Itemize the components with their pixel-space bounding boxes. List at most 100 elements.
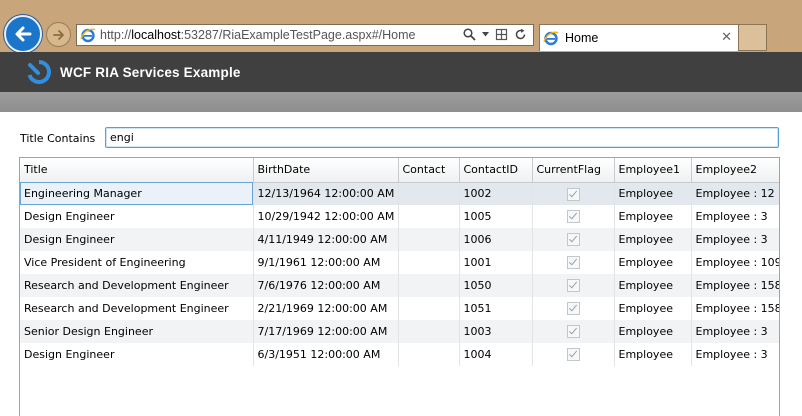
table-row[interactable]: Research and Development Engineer 7/6/197…	[20, 274, 779, 297]
cell-employee2[interactable]: Employee : 3	[691, 205, 779, 228]
browser-chrome: http://localhost:53287/RiaExampleTestPag…	[0, 0, 802, 53]
cell-employee2[interactable]: Employee : 3	[691, 320, 779, 343]
cell-currentflag[interactable]	[532, 343, 615, 366]
cell-title[interactable]: Engineering Manager	[20, 182, 254, 205]
tab-home[interactable]: Home ✕	[539, 24, 739, 51]
close-icon[interactable]: ✕	[721, 30, 732, 45]
arrow-right-icon	[52, 29, 64, 40]
cell-currentflag[interactable]	[532, 320, 615, 343]
data-grid[interactable]: Title BirthDate Contact ContactID Curren…	[19, 157, 780, 416]
cell-employee1[interactable]: Employee	[614, 343, 692, 366]
cell-birthdate[interactable]: 7/17/1969 12:00:00 AM	[253, 320, 399, 343]
cell-contactid[interactable]: 1005	[459, 205, 533, 228]
column-header-birthdate[interactable]: BirthDate	[253, 158, 399, 183]
search-icon[interactable]	[463, 28, 476, 41]
cell-contact[interactable]	[398, 228, 460, 251]
column-header-employee1[interactable]: Employee1	[614, 158, 692, 183]
cell-employee2[interactable]: Employee : 158	[691, 297, 780, 320]
cell-currentflag[interactable]	[532, 205, 615, 228]
cell-birthdate[interactable]: 12/13/1964 12:00:00 AM	[253, 182, 399, 205]
cell-employee1[interactable]: Employee	[614, 320, 692, 343]
ie-logo-icon	[80, 28, 96, 43]
cell-birthdate[interactable]: 2/21/1969 12:00:00 AM	[253, 297, 399, 320]
cell-contact[interactable]	[398, 297, 460, 320]
cell-contactid[interactable]: 1051	[459, 297, 533, 320]
cell-contact[interactable]	[398, 274, 460, 297]
current-flag-checkbox[interactable]	[566, 302, 580, 316]
cell-employee2[interactable]: Employee : 3	[691, 343, 779, 366]
cell-employee2[interactable]: Employee : 109	[691, 251, 780, 274]
address-bar[interactable]: http://localhost:53287/RiaExampleTestPag…	[76, 24, 534, 46]
dropdown-arrow-icon[interactable]	[482, 32, 489, 37]
cell-contact[interactable]	[398, 205, 460, 228]
table-row[interactable]: Senior Design Engineer 7/17/1969 12:00:00…	[20, 320, 779, 343]
current-flag-checkbox[interactable]	[566, 210, 580, 224]
new-tab-button[interactable]	[739, 24, 767, 51]
cell-contactid[interactable]: 1001	[459, 251, 533, 274]
current-flag-checkbox[interactable]	[566, 279, 580, 293]
cell-currentflag[interactable]	[532, 251, 615, 274]
cell-employee2[interactable]: Employee : 158	[691, 274, 779, 297]
cell-birthdate[interactable]: 9/1/1961 12:00:00 AM	[253, 251, 399, 274]
table-row[interactable]: Design Engineer 6/3/1951 12:00:00 AM 1004 E…	[20, 343, 779, 366]
url-text: http://localhost:53287/RiaExampleTestPag…	[100, 28, 416, 42]
cell-title[interactable]: Research and Development Engineer	[20, 297, 254, 320]
column-header-currentflag[interactable]: CurrentFlag	[532, 158, 615, 183]
table-row[interactable]: Vice President of Engineering 9/1/1961 12…	[20, 251, 780, 274]
navigation-bar	[0, 92, 802, 112]
app-title: WCF RIA Services Example	[60, 65, 241, 80]
current-flag-checkbox[interactable]	[566, 325, 580, 339]
column-header-contactid[interactable]: ContactID	[459, 158, 533, 183]
cell-title[interactable]: Vice President of Engineering	[20, 251, 254, 274]
table-row[interactable]: Engineering Manager 12/13/1964 12:00:00 A…	[20, 182, 779, 205]
cell-currentflag[interactable]	[532, 297, 615, 320]
current-flag-checkbox[interactable]	[566, 187, 580, 201]
column-header-title[interactable]: Title	[20, 158, 254, 183]
cell-title[interactable]: Research and Development Engineer	[20, 274, 254, 297]
cell-employee2[interactable]: Employee : 12	[691, 182, 779, 205]
current-flag-checkbox[interactable]	[566, 348, 580, 362]
title-filter-input[interactable]	[105, 127, 779, 148]
cell-title[interactable]: Senior Design Engineer	[20, 320, 254, 343]
cell-contactid[interactable]: 1002	[459, 182, 533, 205]
cell-birthdate[interactable]: 7/6/1976 12:00:00 AM	[253, 274, 399, 297]
cell-employee2[interactable]: Employee : 3	[691, 228, 779, 251]
arrow-left-icon	[15, 26, 32, 42]
cell-contactid[interactable]: 1003	[459, 320, 533, 343]
cell-contactid[interactable]: 1004	[459, 343, 533, 366]
cell-currentflag[interactable]	[532, 228, 615, 251]
cell-contact[interactable]	[398, 320, 460, 343]
current-flag-checkbox[interactable]	[566, 233, 580, 247]
cell-title[interactable]: Design Engineer	[20, 205, 254, 228]
cell-birthdate[interactable]: 4/11/1949 12:00:00 AM	[253, 228, 399, 251]
cell-birthdate[interactable]: 6/3/1951 12:00:00 AM	[253, 343, 399, 366]
cell-employee1[interactable]: Employee	[614, 182, 692, 205]
cell-birthdate[interactable]: 10/29/1942 12:00:00 AM	[253, 205, 399, 228]
cell-employee1[interactable]: Employee	[614, 228, 692, 251]
cell-contact[interactable]	[398, 182, 460, 205]
table-row[interactable]: Research and Development Engineer 2/21/19…	[20, 297, 780, 320]
cell-title[interactable]: Design Engineer	[20, 343, 254, 366]
ie-logo-icon	[543, 31, 559, 46]
cell-currentflag[interactable]	[532, 274, 615, 297]
cell-contact[interactable]	[398, 343, 460, 366]
refresh-icon[interactable]	[514, 28, 527, 41]
cell-contactid[interactable]: 1006	[459, 228, 533, 251]
column-header-contact[interactable]: Contact	[398, 158, 460, 183]
cell-employee1[interactable]: Employee	[614, 274, 692, 297]
forward-button[interactable]	[46, 22, 71, 47]
cell-employee1[interactable]: Employee	[614, 205, 692, 228]
cell-employee1[interactable]: Employee	[614, 251, 692, 274]
table-row[interactable]: Design Engineer 10/29/1942 12:00:00 AM 100…	[20, 205, 779, 228]
table-row[interactable]: Design Engineer 4/11/1949 12:00:00 AM 1006…	[20, 228, 779, 251]
column-header-employee2[interactable]: Employee2	[691, 158, 779, 183]
back-button[interactable]	[4, 15, 42, 53]
compatibility-view-icon[interactable]	[495, 28, 508, 41]
app-header: WCF RIA Services Example	[0, 52, 802, 92]
cell-contactid[interactable]: 1050	[459, 274, 533, 297]
cell-employee1[interactable]: Employee	[614, 297, 692, 320]
cell-title[interactable]: Design Engineer	[20, 228, 254, 251]
cell-contact[interactable]	[398, 251, 460, 274]
current-flag-checkbox[interactable]	[566, 256, 580, 270]
cell-currentflag[interactable]	[532, 182, 615, 205]
